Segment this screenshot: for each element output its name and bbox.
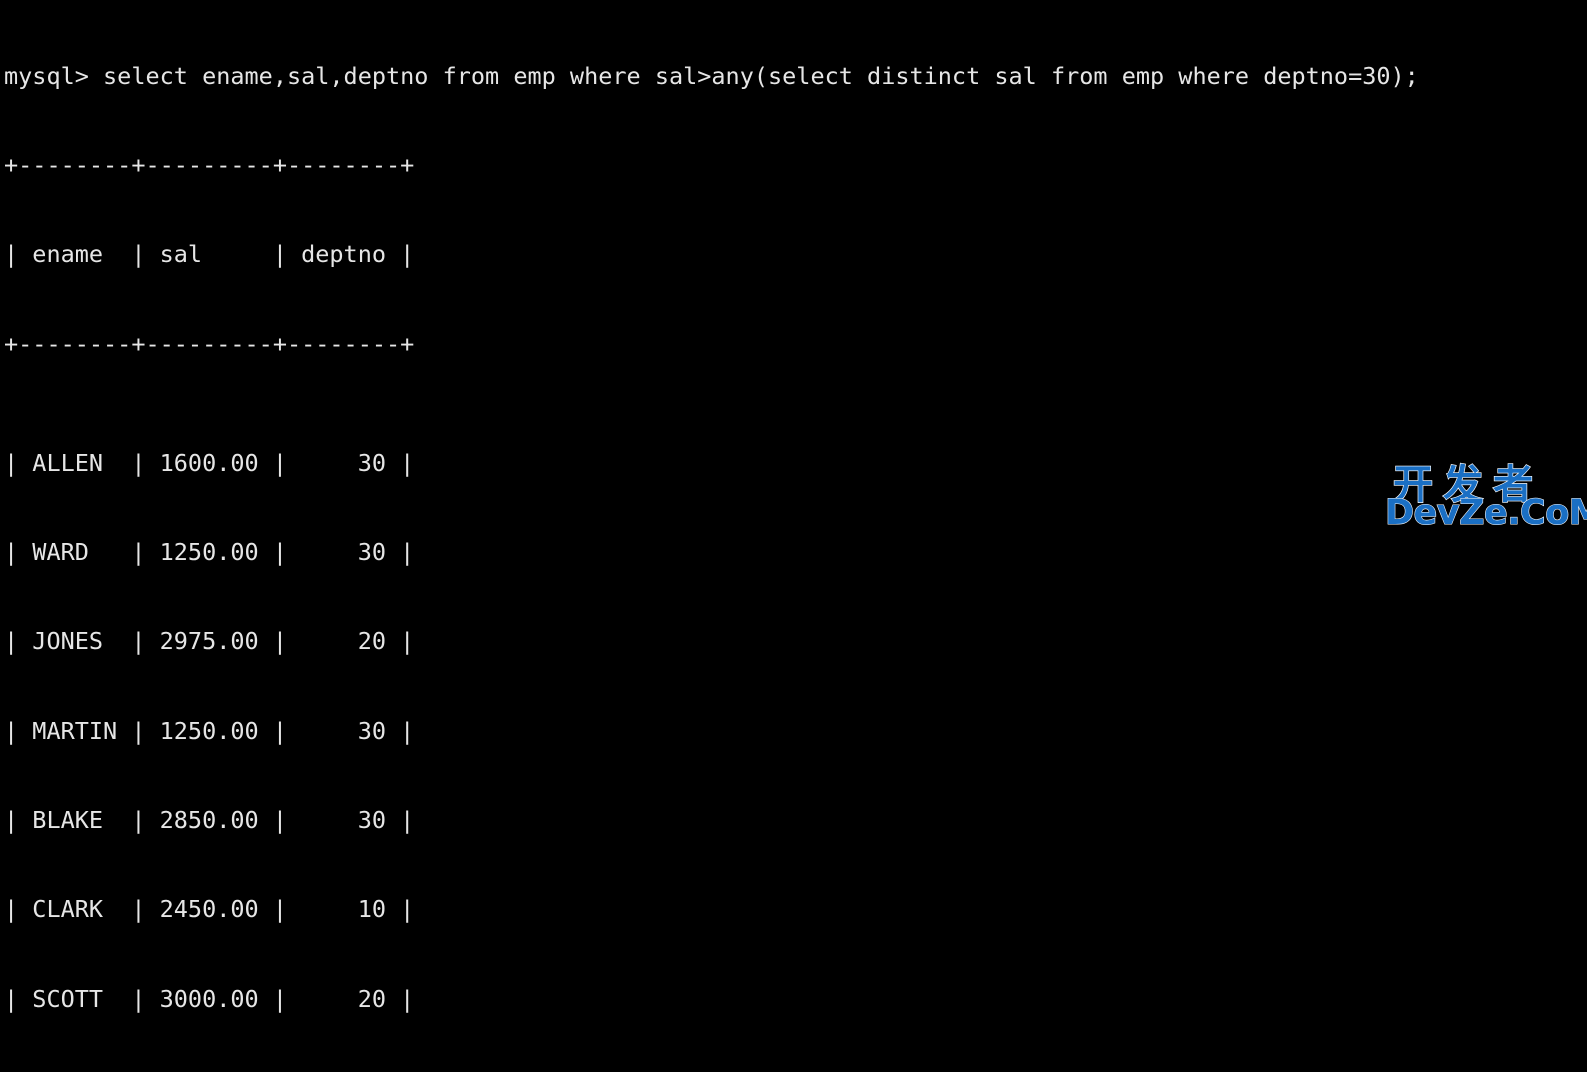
table-row: | WARD | 1250.00 | 30 | bbox=[4, 537, 415, 566]
table-row: | BLAKE | 2850.00 | 30 | bbox=[4, 805, 415, 834]
table-row: | ALLEN | 1600.00 | 30 | bbox=[4, 448, 415, 477]
table-top-border: +--------+---------+--------+ bbox=[4, 150, 415, 179]
command-line: mysql> select ename,sal,deptno from emp … bbox=[4, 61, 1419, 90]
table-row: | SCOTT | 3000.00 | 20 | bbox=[4, 984, 415, 1013]
table-row: | JONES | 2975.00 | 20 | bbox=[4, 627, 415, 656]
table-row: | CLARK | 2450.00 | 10 | bbox=[4, 895, 415, 924]
terminal-output[interactable]: mysql> select ename,sal,deptno from emp … bbox=[0, 0, 1587, 1013]
table-row: | MARTIN | 1250.00 | 30 | bbox=[4, 716, 415, 745]
table-header-row: | ename | sal | deptno | bbox=[4, 240, 415, 269]
table-header-border: +--------+---------+--------+ bbox=[4, 329, 415, 358]
